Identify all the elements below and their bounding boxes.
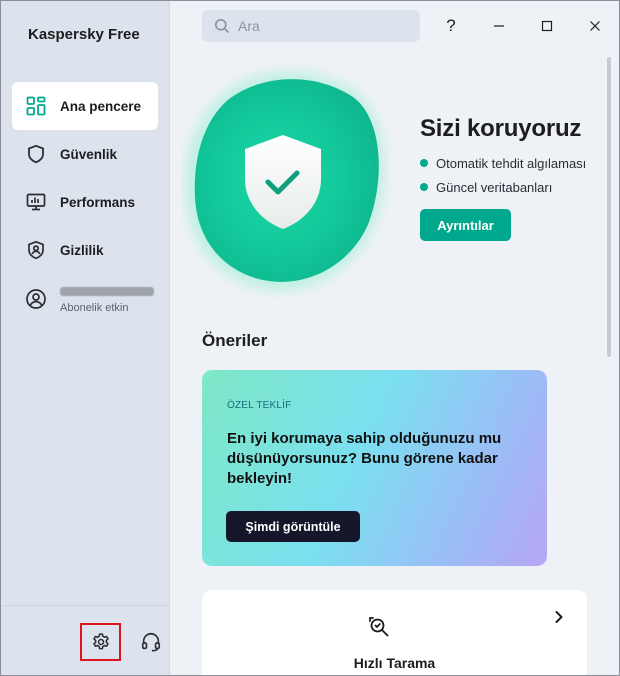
offer-headline: En iyi korumaya sahip olduğunuzu mu düşü… [227, 430, 502, 487]
status-dot [420, 183, 428, 191]
special-offer-card: ÖZEL TEKLİF En iyi korumaya sahip olduğu… [202, 370, 547, 566]
account-name-redacted [60, 287, 154, 296]
app-name: Kaspersky Free [28, 26, 140, 43]
status-dot [420, 159, 428, 167]
quick-scan-label: Hızlı Tarama [353, 655, 436, 671]
maximize-button[interactable] [532, 11, 562, 41]
minimize-button[interactable] [484, 11, 514, 41]
feature-item: Güncel veritabanları [420, 175, 586, 199]
shield-icon [24, 142, 48, 166]
view-now-button[interactable]: Şimdi görüntüle [226, 511, 360, 542]
search-box[interactable] [202, 10, 420, 42]
monitor-icon [24, 190, 48, 214]
search-icon [214, 18, 230, 34]
sidebar-item-gizlilik[interactable]: Gizlilik [12, 226, 158, 274]
maximize-icon [541, 20, 553, 32]
app-window: Kaspersky Free Ana pencere Güvenlik Perf… [0, 0, 620, 676]
sidebar-item-label: Gizlilik [60, 242, 104, 258]
search-input[interactable] [238, 18, 418, 34]
feature-item: Otomatik tehdit algılaması [420, 151, 586, 175]
sidebar-item-label: Performans [60, 194, 136, 210]
user-icon [24, 287, 48, 311]
quick-scan-card[interactable]: Hızlı Tarama [202, 590, 587, 675]
recommendations-title: Öneriler [202, 331, 268, 350]
privacy-shield-icon [24, 238, 48, 262]
headset-icon [141, 632, 161, 652]
gear-icon [92, 633, 109, 650]
support-button[interactable] [137, 626, 165, 658]
details-button[interactable]: Ayrıntılar [420, 209, 511, 241]
sidebar-item-ana-pencere[interactable]: Ana pencere [12, 82, 158, 130]
protection-status-illustration [185, 71, 385, 291]
scan-search-icon [369, 617, 389, 637]
protection-feature-list: Otomatik tehdit algılaması Güncel verita… [420, 151, 586, 199]
offer-tag: ÖZEL TEKLİF [227, 400, 292, 411]
scrollbar[interactable] [607, 57, 611, 357]
sidebar-item-label: Güvenlik [60, 146, 118, 162]
minimize-icon [494, 25, 504, 27]
subscription-status: Abonelik etkin [60, 302, 129, 314]
close-button[interactable] [580, 11, 610, 41]
dashboard-icon [24, 94, 48, 118]
chevron-right-icon [555, 611, 563, 623]
settings-button[interactable] [80, 623, 121, 661]
sidebar: Kaspersky Free Ana pencere Güvenlik Perf… [1, 1, 170, 675]
close-icon [590, 21, 600, 31]
sidebar-footer [1, 605, 170, 675]
sidebar-item-label: Ana pencere [60, 98, 142, 114]
sidebar-item-performans[interactable]: Performans [12, 178, 158, 226]
help-button[interactable]: ? [436, 11, 466, 41]
account-item[interactable]: Abonelik etkin [12, 277, 158, 325]
protection-status-title: Sizi koruyoruz [420, 115, 582, 142]
sidebar-item-guvenlik[interactable]: Güvenlik [12, 130, 158, 178]
